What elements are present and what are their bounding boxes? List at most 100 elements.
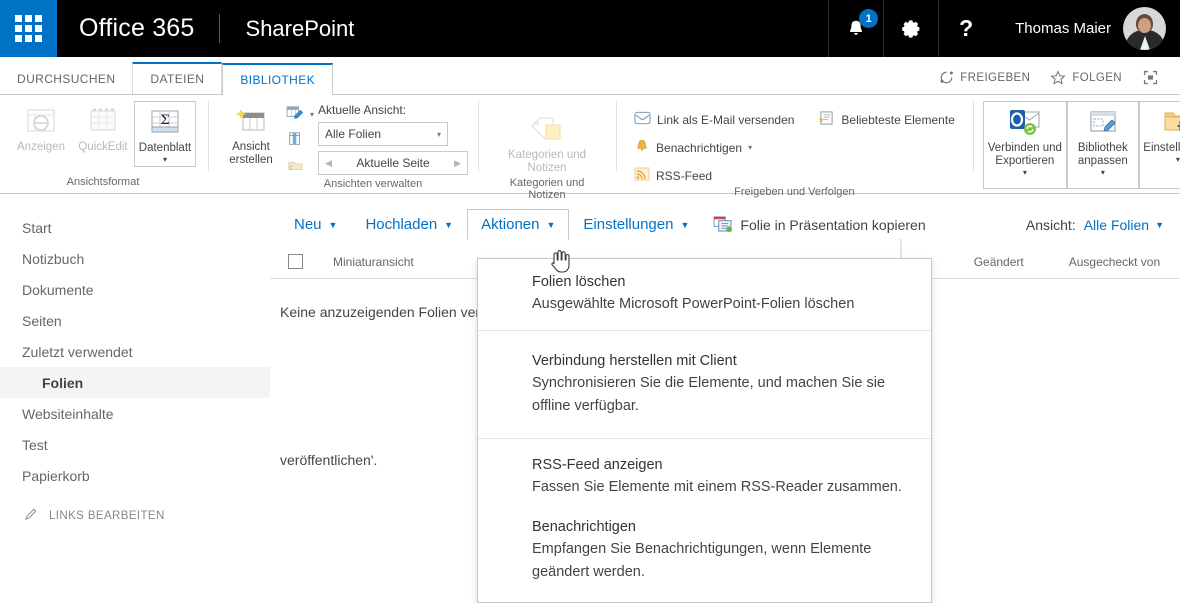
chevron-down-icon: ▾	[1100, 168, 1105, 177]
notifications-button[interactable]: 1	[828, 0, 883, 57]
ribbon-button-label: Kategorien und Notizen	[508, 149, 587, 174]
ribbon-button-label: RSS-Feed	[656, 168, 713, 183]
ribbon-button-link-als-email-versenden[interactable]: Link als E-Mail versenden	[630, 109, 798, 130]
chevron-down-icon: ▾	[437, 129, 442, 139]
suite-spacer	[380, 0, 828, 57]
ribbon-button-einstellungen[interactable]: Einstellungen ▾	[1138, 101, 1180, 189]
ribbon-group-ansichten-verwalten: Ansicht erstellen ▾ Aktuelle Ansicht: Al…	[208, 95, 478, 193]
menu-item-title: Verbindung herstellen mit Client	[532, 353, 737, 369]
chevron-down-icon: ▼	[1155, 219, 1164, 230]
app-launcher-button[interactable]	[0, 0, 57, 57]
copy-slide-icon	[713, 215, 733, 235]
ribbon-button-beliebteste-elemente[interactable]: Beliebteste Elemente	[814, 109, 958, 131]
command-einstellungen[interactable]: Einstellungen ▼	[569, 209, 703, 240]
user-menu[interactable]: Thomas Maier	[993, 0, 1180, 57]
focus-on-content-button[interactable]	[1133, 65, 1168, 90]
ribbon-button-modify-view[interactable]: ▾	[282, 103, 318, 126]
ribbon-button-verbinden-und-exportieren[interactable]: Verbinden und Exportieren ▾	[982, 101, 1067, 189]
focus-on-content-icon	[1143, 70, 1158, 85]
current-view-dropdown[interactable]: Alle Folien ▾	[318, 122, 449, 146]
ribbon-button-rss-feed[interactable]: RSS-Feed	[630, 165, 798, 186]
sharepoint-brand-link[interactable]: SharePoint	[220, 0, 381, 57]
sidebar-item-test[interactable]: Test	[0, 429, 270, 460]
chevron-down-icon: ▼	[680, 219, 690, 230]
settings-button[interactable]	[883, 0, 938, 57]
view-label: Ansicht:	[1025, 216, 1076, 233]
ribbon-group-kategorien-notizen: Kategorien und Notizen Kategorien und No…	[478, 95, 616, 201]
tab-durchsuchen[interactable]: DURCHSUCHEN	[0, 64, 132, 94]
ribbon-button-datenblatt[interactable]: Σ Datenblatt ▾	[134, 101, 196, 167]
chevron-down-icon: ▾	[748, 143, 753, 152]
ribbon-button-kategorien-notizen[interactable]: Kategorien und Notizen	[492, 109, 602, 177]
ribbon-button-ansicht-erstellen[interactable]: Ansicht erstellen	[220, 101, 282, 169]
share-icon	[940, 71, 954, 84]
share-track-column-1: Link als E-Mail versenden Benachrichtige…	[630, 107, 798, 186]
column-header-ausgecheckt-von[interactable]: Ausgecheckt von	[1024, 255, 1160, 269]
edit-links-label: LINKS BEARBEITEN	[49, 510, 165, 522]
chevron-down-icon: ▼	[444, 219, 454, 230]
current-view-value: Alle Folien	[325, 127, 382, 141]
sidebar-item-websiteinhalte[interactable]: Websiteinhalte	[0, 398, 270, 429]
column-header-miniaturansicht[interactable]: Miniaturansicht	[303, 255, 414, 269]
ribbon-button-create-column[interactable]	[282, 129, 318, 152]
menu-item-description: Ausgewählte Microsoft PowerPoint-Folien …	[532, 296, 855, 312]
sidebar-item-seiten[interactable]: Seiten	[0, 305, 270, 336]
chevron-down-icon: ▾	[162, 155, 167, 164]
user-name-label: Thomas Maier	[1015, 20, 1111, 37]
menu-item-verbindung-herstellen-mit-client[interactable]: Verbindung herstellen mit Client Synchro…	[478, 330, 931, 438]
ribbon-group-ansichtsformat: Anzeigen QuickEdit Σ Datenblatt ▾ Ansich…	[0, 95, 208, 193]
follow-label: FOLGEN	[1072, 71, 1122, 84]
create-column-icon	[286, 131, 304, 150]
left-navigation: Start Notizbuch Dokumente Seiten Zuletzt…	[0, 194, 270, 565]
menu-item-benachrichtigen[interactable]: Benachrichtigen Empfangen Sie Benachrich…	[478, 515, 931, 602]
tab-dateien[interactable]: DATEIEN	[132, 62, 223, 94]
command-hochladen[interactable]: Hochladen ▼	[351, 209, 467, 240]
menu-item-folien-loeschen[interactable]: Folien löschen Ausgewählte Microsoft Pow…	[478, 259, 931, 330]
ribbon-button-quickedit[interactable]: QuickEdit	[72, 101, 134, 156]
sidebar-item-zuletzt-verwendet[interactable]: Zuletzt verwendet	[0, 336, 270, 367]
edit-links-button[interactable]: LINKS BEARBEITEN	[0, 491, 270, 525]
datasheet-icon: Σ	[148, 106, 182, 138]
office365-brand-link[interactable]: Office 365	[57, 0, 219, 57]
gear-icon	[902, 19, 920, 38]
library-settings-icon	[1161, 106, 1180, 138]
menu-item-rss-feed-anzeigen[interactable]: RSS-Feed anzeigen Fassen Sie Elemente mi…	[478, 438, 931, 515]
question-mark-icon: ?	[959, 15, 974, 41]
sidebar-item-start[interactable]: Start	[0, 212, 270, 243]
ribbon-button-anzeigen[interactable]: Anzeigen	[10, 101, 72, 156]
chevron-down-icon: ▼	[546, 219, 556, 230]
chevron-left-icon[interactable]: ◀	[325, 158, 332, 169]
command-folie-in-praesentation-kopieren[interactable]: Folie in Präsentation kopieren	[703, 208, 935, 242]
modify-view-icon	[286, 105, 304, 124]
email-link-icon	[634, 111, 651, 128]
help-button[interactable]: ?	[938, 0, 993, 57]
follow-button[interactable]: FOLGEN	[1041, 66, 1131, 90]
svg-text:Σ: Σ	[160, 113, 169, 128]
avatar[interactable]	[1123, 7, 1166, 50]
command-neu[interactable]: Neu ▼	[280, 209, 351, 240]
ribbon-button-label: Anzeigen	[17, 141, 65, 153]
rss-icon	[634, 167, 650, 184]
select-all-checkbox[interactable]	[288, 254, 303, 269]
sidebar-item-dokumente[interactable]: Dokumente	[0, 274, 270, 305]
ribbon-button-navigate-up[interactable]	[282, 155, 318, 178]
ribbon-small-buttons: ▾	[282, 101, 318, 178]
sidebar-item-notizbuch[interactable]: Notizbuch	[0, 243, 270, 274]
ribbon-button-label: Datenblatt	[138, 142, 192, 154]
current-view-box: Aktuelle Ansicht: Alle Folien ▾ ◀ Aktuel…	[318, 101, 469, 175]
copy-slide-label: Folie in Präsentation kopieren	[740, 216, 926, 233]
sidebar-item-folien[interactable]: Folien	[0, 367, 270, 398]
view-value-dropdown[interactable]: Alle Folien ▼	[1084, 217, 1164, 233]
sidebar-item-papierkorb[interactable]: Papierkorb	[0, 460, 270, 491]
page-spinner[interactable]: ◀ Aktuelle Seite ▶	[318, 151, 469, 175]
ribbon-button-bibliothek-anpassen[interactable]: Bibliothek anpassen ▾	[1066, 101, 1139, 189]
ribbon-tab-bar: DURCHSUCHEN DATEIEN BIBLIOTHEK FREIGEBEN…	[0, 57, 1180, 95]
ribbon-button-benachrichtigen[interactable]: Benachrichtigen ▾	[630, 137, 798, 158]
app-launcher-icon	[15, 15, 42, 42]
tab-bibliothek[interactable]: BIBLIOTHEK	[222, 63, 334, 95]
chevron-right-icon[interactable]: ▶	[454, 158, 461, 169]
share-button[interactable]: FREIGEBEN	[930, 66, 1039, 89]
quick-edit-icon	[86, 105, 120, 137]
command-aktionen[interactable]: Aktionen ▼	[467, 209, 570, 240]
customize-library-icon	[1086, 106, 1120, 138]
